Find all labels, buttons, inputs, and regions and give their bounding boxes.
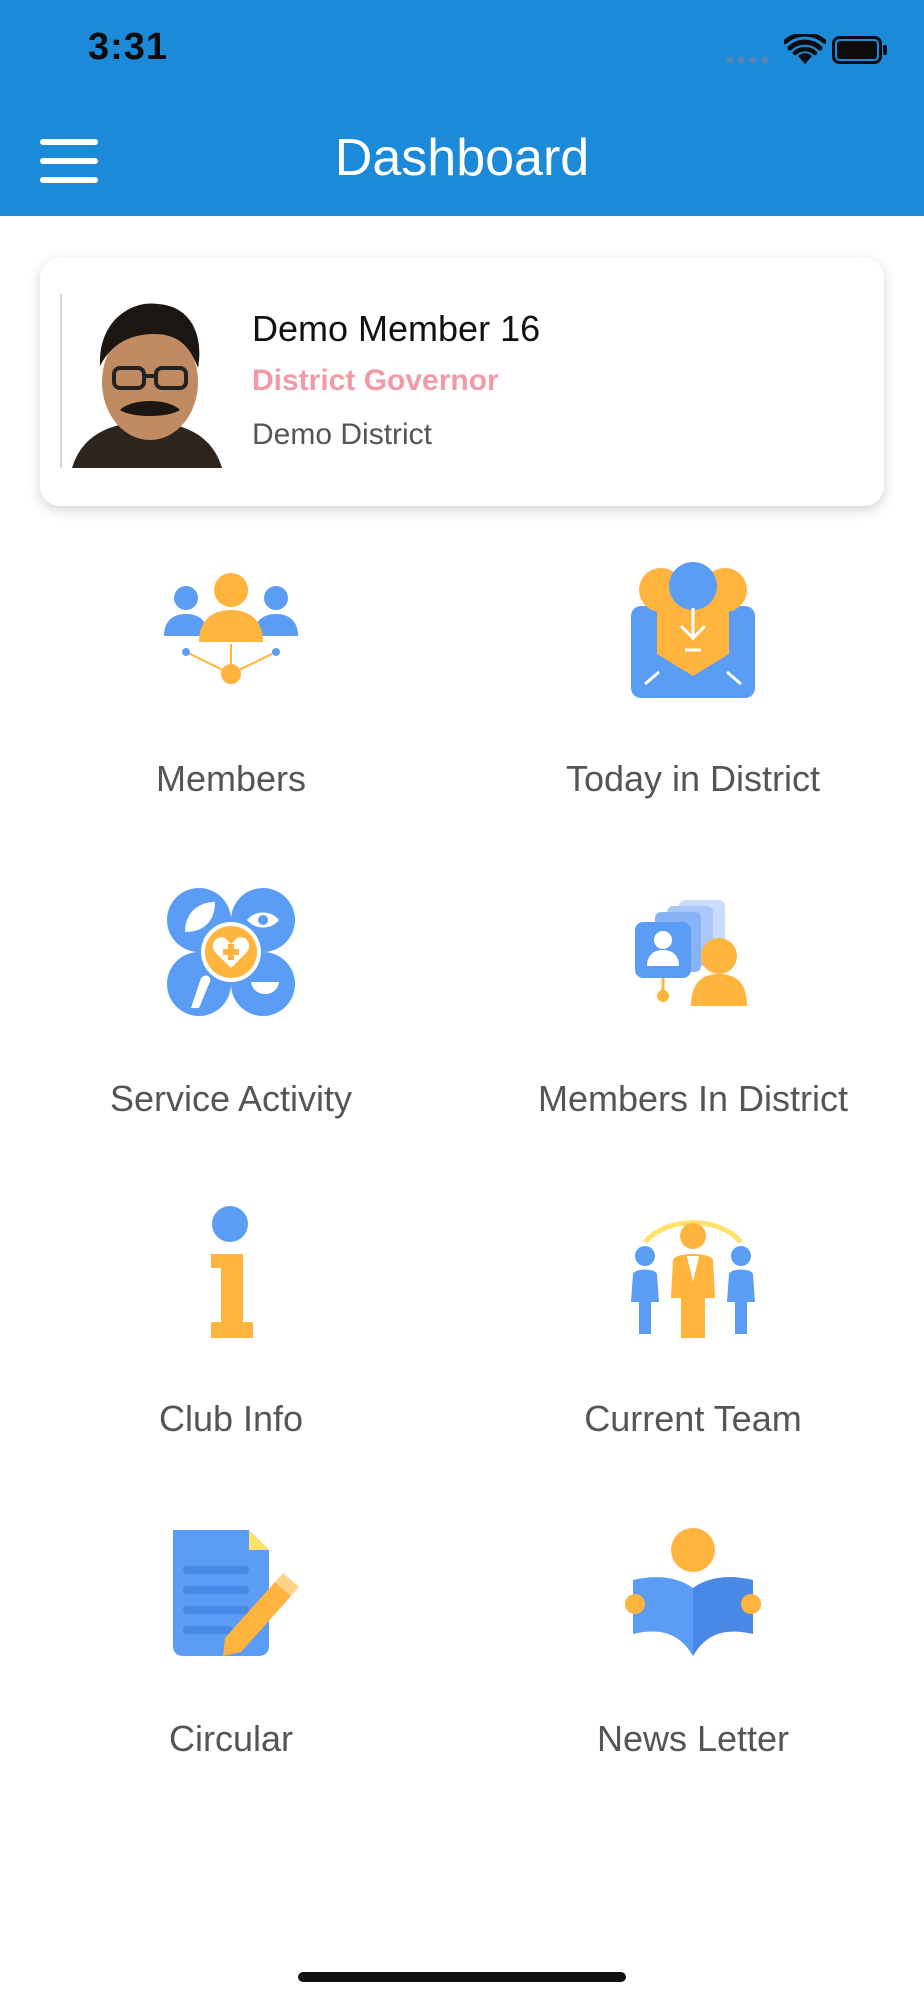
signal-icon <box>726 56 769 64</box>
tile-label: Current Team <box>584 1398 802 1439</box>
member-name: Demo Member 16 <box>252 308 541 349</box>
mail-envelope-icon <box>631 562 755 698</box>
app-header: 3:31 Dashboard <box>0 0 924 216</box>
info-icon <box>211 1206 253 1338</box>
tile-members[interactable]: Members <box>0 562 462 822</box>
page-title: Dashboard <box>334 129 590 187</box>
battery-icon <box>832 36 887 64</box>
profile-card[interactable]: Demo Member 16 District Governor Demo Di… <box>40 258 884 506</box>
tile-label: Club Info <box>158 1398 304 1439</box>
tile-service-activity[interactable]: Service Activity <box>0 882 462 1142</box>
member-cards-icon <box>635 900 747 1006</box>
tile-circular[interactable]: Circular <box>0 1522 462 1782</box>
tile-news-letter[interactable]: News Letter <box>462 1522 924 1782</box>
member-district: Demo District <box>252 418 433 451</box>
avatar-photo <box>62 294 232 468</box>
tile-club-info[interactable]: Club Info <box>0 1202 462 1462</box>
tile-label: Members In District <box>537 1078 849 1119</box>
tile-label: Members <box>155 758 307 799</box>
home-indicator[interactable] <box>298 1972 626 1982</box>
tile-label: Service Activity <box>109 1078 353 1119</box>
wifi-icon <box>784 34 826 64</box>
tile-label: News Letter <box>596 1718 790 1759</box>
reader-book-icon <box>625 1528 761 1656</box>
status-time: 3:31 <box>88 26 169 68</box>
team-icon <box>631 1220 755 1338</box>
tile-current-team[interactable]: Current Team <box>462 1202 924 1462</box>
members-network-icon <box>164 573 298 684</box>
tile-label: Today in District <box>565 758 821 799</box>
avatar <box>60 294 232 468</box>
tile-label: Circular <box>168 1718 293 1759</box>
tile-members-in-district[interactable]: Members In District <box>462 882 924 1142</box>
document-edit-icon <box>173 1530 299 1656</box>
member-role: District Governor <box>252 364 499 397</box>
tile-today-in-district[interactable]: Today in District <box>462 562 924 822</box>
service-activity-icon <box>167 888 295 1016</box>
